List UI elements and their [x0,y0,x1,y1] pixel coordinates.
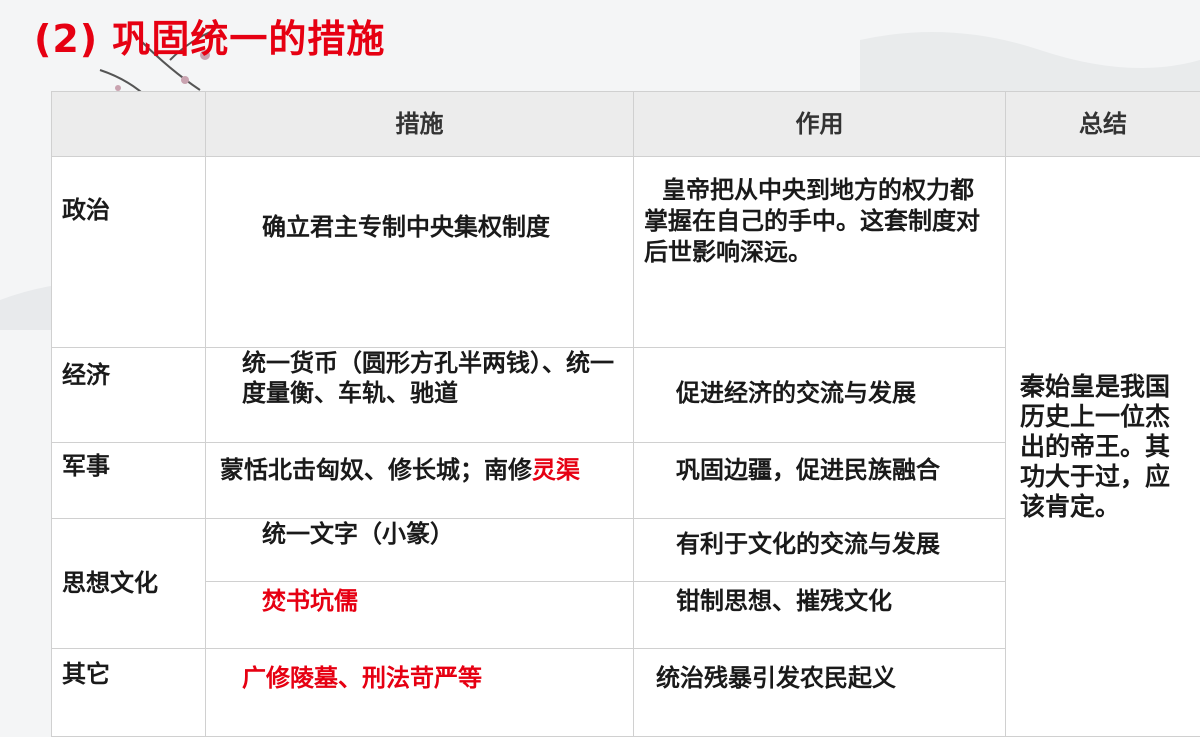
category-cell: 军事 [52,443,206,519]
measure-cell: 统一文字（小篆） [206,519,634,582]
header-effect: 作用 [634,92,1006,157]
table-row-politics: 政治 确立君主专制中央集权制度 皇帝把从中央到地方的权力都掌握在自己的手中。这套… [52,157,1200,348]
effect-cell: 促进经济的交流与发展 [634,348,1006,443]
effect-cell: 皇帝把从中央到地方的权力都掌握在自己的手中。这套制度对后世影响深远。 [634,157,1006,348]
page-title: (2) 巩固统一的措施 [34,8,385,63]
measure-cell: 广修陵墓、刑法苛严等 [206,649,634,737]
header-measure: 措施 [206,92,634,157]
measure-cell: 蒙恬北击匈奴、修长城；南修灵渠 [206,443,634,519]
measure-cell: 焚书坑儒 [206,582,634,649]
category-cell: 思想文化 [52,519,206,649]
highlighted-text: 灵渠 [532,456,580,484]
measures-table: 措施 作用 总结 政治 确立君主专制中央集权制度 皇帝把从中央到地方的权力都掌握… [51,91,1200,737]
effect-cell: 统治残暴引发农民起义 [634,649,1006,737]
measure-cell: 确立君主专制中央集权制度 [206,157,634,348]
category-cell: 经济 [52,348,206,443]
measure-text: 蒙恬北击匈奴、修长城；南修 [220,456,532,484]
table-header-row: 措施 作用 总结 [52,92,1200,157]
effect-cell: 巩固边疆，促进民族融合 [634,443,1006,519]
effect-cell: 有利于文化的交流与发展 [634,519,1006,582]
measure-cell: 统一货币（圆形方孔半两钱）、统一度量衡、车轨、驰道 [206,348,634,443]
header-summary: 总结 [1006,92,1200,157]
summary-cell: 秦始皇是我国历史上一位杰出的帝王。其功大于过，应该肯定。 [1006,157,1200,737]
category-cell: 政治 [52,157,206,348]
effect-cell: 钳制思想、摧残文化 [634,582,1006,649]
category-cell: 其它 [52,649,206,737]
header-category [52,92,206,157]
